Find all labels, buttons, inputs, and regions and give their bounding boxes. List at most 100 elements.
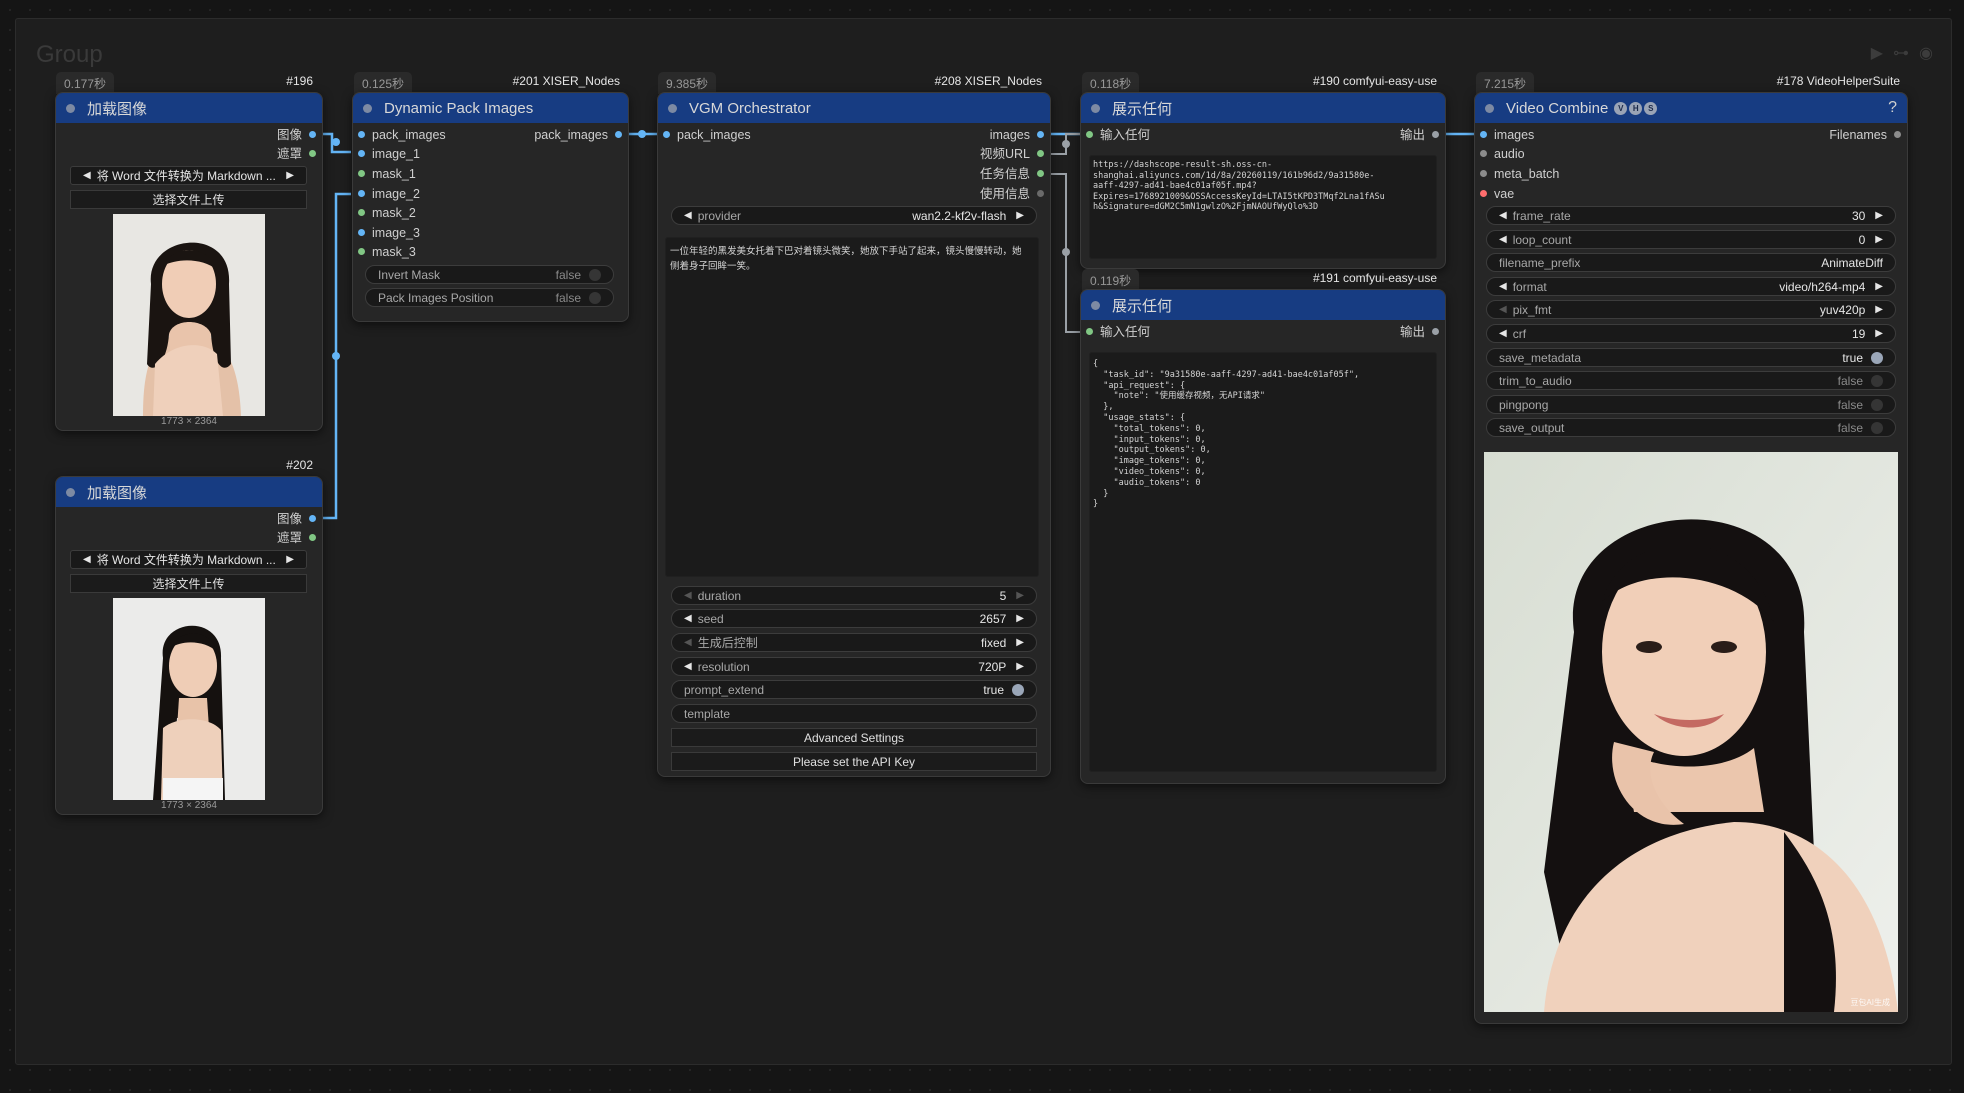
output-image[interactable]: 图像 <box>277 511 317 527</box>
prompt-extend-toggle[interactable]: prompt_extend true <box>671 680 1037 699</box>
eye-icon[interactable]: ◉ <box>1919 43 1933 63</box>
arrow-right-icon[interactable]: ▶ <box>1875 328 1883 339</box>
video-preview[interactable]: 豆包AI生成 <box>1484 452 1898 1012</box>
output-video-url[interactable]: 视频URL <box>980 146 1045 162</box>
save-output-toggle[interactable]: save_output false <box>1486 418 1896 437</box>
collapse-dot-icon[interactable] <box>363 103 372 113</box>
link-icon[interactable]: ⊶ <box>1893 43 1909 63</box>
output-mask[interactable]: 遮罩 <box>277 530 317 546</box>
arrow-right-icon[interactable]: ▶ <box>1016 637 1024 648</box>
arrow-right-icon[interactable]: ▶ <box>1016 661 1024 672</box>
image-file-select[interactable]: ◀ 将 Word 文件转换为 Markdown ... ▶ <box>70 166 307 185</box>
toggle-knob-icon[interactable] <box>1871 351 1883 364</box>
output-image[interactable]: 图像 <box>277 127 317 143</box>
loop-count-widget[interactable]: ◀ loop_count 0 ▶ <box>1486 230 1896 249</box>
trim-to-audio-toggle[interactable]: trim_to_audio false <box>1486 371 1896 390</box>
collapse-dot-icon[interactable] <box>1091 300 1100 310</box>
input-image-3[interactable]: image_3 <box>358 225 420 241</box>
arrow-left-icon[interactable]: ◀ <box>684 613 692 624</box>
input-image-1[interactable]: image_1 <box>358 146 420 162</box>
arrow-right-icon[interactable]: ▶ <box>1875 234 1883 245</box>
arrow-left-icon[interactable]: ◀ <box>684 661 692 672</box>
output-usage-info[interactable]: 使用信息 <box>980 186 1045 202</box>
arrow-right-icon[interactable]: ▶ <box>1016 613 1024 624</box>
load-image-node-1[interactable]: 加载图像 图像 遮罩 ◀ 将 Word 文件转换为 Markdown ... ▶… <box>55 92 323 431</box>
help-icon[interactable]: ? <box>1888 99 1897 117</box>
pack-images-position-toggle[interactable]: Pack Images Position false <box>365 288 614 307</box>
node-header[interactable]: 加载图像 <box>56 93 322 123</box>
arrow-right-icon[interactable]: ▶ <box>286 554 294 565</box>
show-any-node-2[interactable]: 展示任何 输入任何 输出 { "task_id": "9a31580e-aaff… <box>1080 289 1446 784</box>
arrow-left-icon[interactable]: ◀ <box>1499 328 1507 339</box>
toggle-knob-icon[interactable] <box>589 268 601 281</box>
play-icon[interactable]: ▶ <box>1871 43 1883 63</box>
arrow-right-icon[interactable]: ▶ <box>286 170 294 181</box>
provider-select[interactable]: ◀ provider wan2.2-kf2v-flash ▶ <box>671 206 1037 225</box>
image-file-select[interactable]: ◀ 将 Word 文件转换为 Markdown ... ▶ <box>70 550 307 569</box>
collapse-dot-icon[interactable] <box>1485 103 1494 113</box>
show-any-node-1[interactable]: 展示任何 输入任何 输出 https://dashscope-result-sh… <box>1080 92 1446 269</box>
set-api-key-button[interactable]: Please set the API Key <box>671 752 1037 771</box>
output-pack-images[interactable]: pack_images <box>534 127 622 143</box>
resolution-widget[interactable]: ◀ resolution 720P ▶ <box>671 657 1037 676</box>
crf-widget[interactable]: ◀ crf 19 ▶ <box>1486 324 1896 343</box>
arrow-right-icon[interactable]: ▶ <box>1016 590 1024 601</box>
prompt-textarea[interactable]: 一位年轻的黑发美女托着下巴对着镜头微笑，她放下手站了起来，镜头慢慢转动，她 侧着… <box>665 237 1039 577</box>
video-combine-node[interactable]: Video Combine V H S ? images audio meta_… <box>1474 92 1908 1024</box>
pingpong-toggle[interactable]: pingpong false <box>1486 395 1896 414</box>
toggle-knob-icon[interactable] <box>1871 421 1883 434</box>
arrow-left-icon[interactable]: ◀ <box>1499 304 1507 315</box>
arrow-left-icon[interactable]: ◀ <box>83 554 91 565</box>
template-input[interactable]: template <box>671 704 1037 723</box>
input-vae[interactable]: vae <box>1480 186 1514 202</box>
toggle-knob-icon[interactable] <box>589 291 601 304</box>
input-mask-3[interactable]: mask_3 <box>358 244 416 260</box>
display-text-area[interactable]: https://dashscope-result-sh.oss-cn- shan… <box>1089 155 1437 259</box>
input-pack-images[interactable]: pack_images <box>358 127 446 143</box>
input-audio[interactable]: audio <box>1480 146 1525 162</box>
input-any[interactable]: 输入任何 <box>1086 324 1150 340</box>
node-header[interactable]: 加载图像 <box>56 477 322 507</box>
format-select[interactable]: ◀ format video/h264-mp4 ▶ <box>1486 277 1896 296</box>
frame-rate-widget[interactable]: ◀ frame_rate 30 ▶ <box>1486 206 1896 225</box>
node-header[interactable]: Video Combine V H S ? <box>1475 93 1907 123</box>
arrow-left-icon[interactable]: ◀ <box>684 637 692 648</box>
seed-widget[interactable]: ◀ seed 2657 ▶ <box>671 609 1037 628</box>
arrow-right-icon[interactable]: ▶ <box>1016 210 1024 221</box>
collapse-dot-icon[interactable] <box>668 103 677 113</box>
arrow-left-icon[interactable]: ◀ <box>1499 210 1507 221</box>
output-any[interactable]: 输出 <box>1400 127 1440 143</box>
output-filenames[interactable]: Filenames <box>1829 127 1901 143</box>
collapse-dot-icon[interactable] <box>66 487 75 497</box>
node-header[interactable]: 展示任何 <box>1081 93 1445 123</box>
arrow-right-icon[interactable]: ▶ <box>1875 210 1883 221</box>
arrow-right-icon[interactable]: ▶ <box>1875 304 1883 315</box>
vgm-orchestrator-node[interactable]: VGM Orchestrator pack_images images 视频UR… <box>657 92 1051 777</box>
dynamic-pack-images-node[interactable]: Dynamic Pack Images pack_images image_1 … <box>352 92 629 322</box>
load-image-node-2[interactable]: 加载图像 图像 遮罩 ◀ 将 Word 文件转换为 Markdown ... ▶… <box>55 476 323 815</box>
input-image-2[interactable]: image_2 <box>358 186 420 202</box>
advanced-settings-button[interactable]: Advanced Settings <box>671 728 1037 747</box>
arrow-left-icon[interactable]: ◀ <box>684 590 692 601</box>
arrow-left-icon[interactable]: ◀ <box>83 170 91 181</box>
input-pack-images[interactable]: pack_images <box>663 127 751 143</box>
input-images[interactable]: images <box>1480 127 1534 143</box>
control-after-generate-widget[interactable]: ◀ 生成后控制 fixed ▶ <box>671 633 1037 652</box>
output-images[interactable]: images <box>990 127 1045 143</box>
display-text-area[interactable]: { "task_id": "9a31580e-aaff-4297-ad41-ba… <box>1089 352 1437 772</box>
node-header[interactable]: 展示任何 <box>1081 290 1445 320</box>
input-mask-1[interactable]: mask_1 <box>358 166 416 182</box>
input-meta-batch[interactable]: meta_batch <box>1480 166 1559 182</box>
input-any[interactable]: 输入任何 <box>1086 127 1150 143</box>
invert-mask-toggle[interactable]: Invert Mask false <box>365 265 614 284</box>
filename-prefix-input[interactable]: filename_prefix AnimateDiff <box>1486 253 1896 272</box>
collapse-dot-icon[interactable] <box>66 103 75 113</box>
group-title[interactable]: Group <box>36 41 103 69</box>
toggle-knob-icon[interactable] <box>1012 683 1024 696</box>
output-task-info[interactable]: 任务信息 <box>980 166 1045 182</box>
arrow-left-icon[interactable]: ◀ <box>1499 281 1507 292</box>
collapse-dot-icon[interactable] <box>1091 103 1100 113</box>
toggle-knob-icon[interactable] <box>1871 398 1883 411</box>
arrow-left-icon[interactable]: ◀ <box>684 210 692 221</box>
toggle-knob-icon[interactable] <box>1871 374 1883 387</box>
